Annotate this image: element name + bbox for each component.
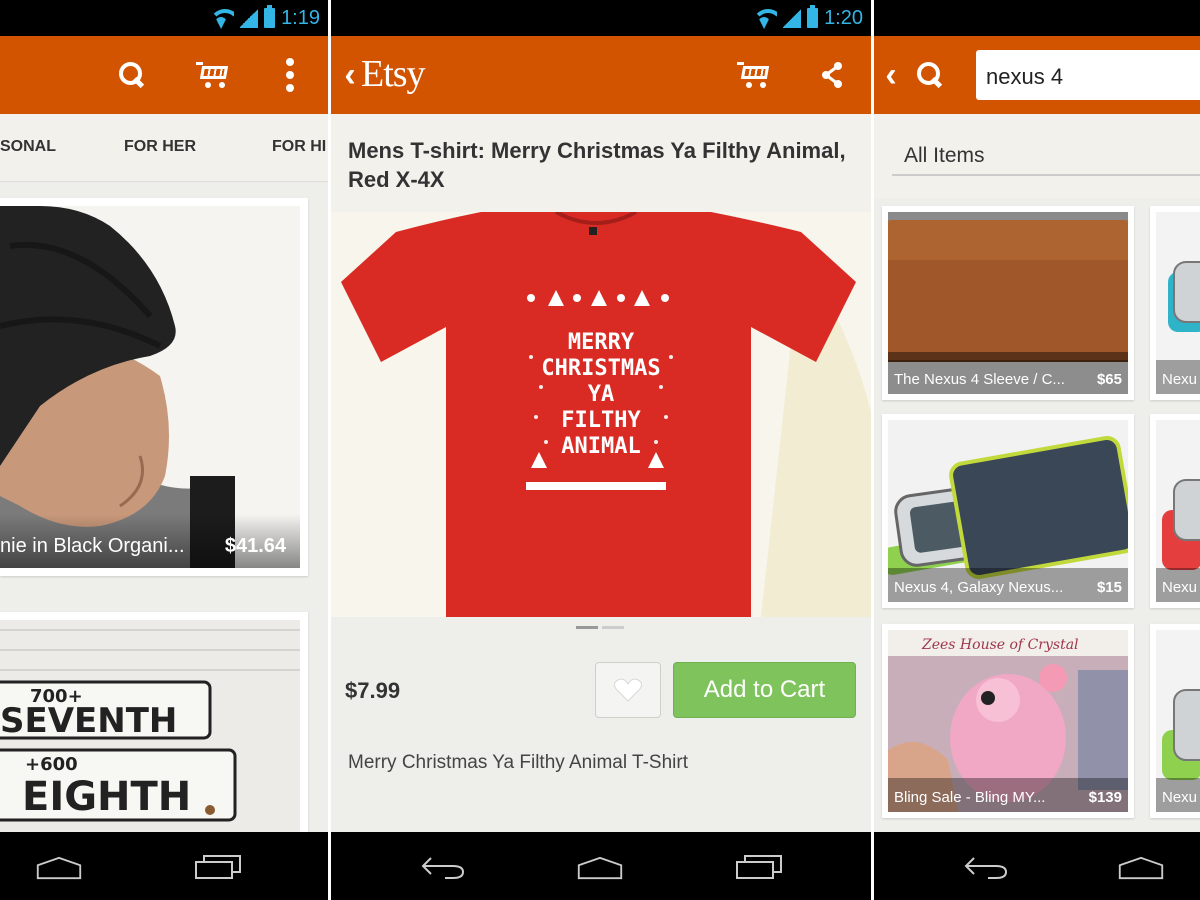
screen-left: 1:19 SONAL FOR HER FOR HI nie in Black O… bbox=[0, 0, 328, 900]
favorite-button[interactable] bbox=[595, 662, 661, 718]
heart-icon bbox=[614, 678, 642, 702]
filter-bar: All Items bbox=[874, 114, 1200, 198]
svg-text:+600: +600 bbox=[25, 754, 78, 775]
search-icon[interactable] bbox=[112, 36, 152, 114]
listing-title: Nexu bbox=[1162, 579, 1198, 596]
status-clock: 1:19 bbox=[281, 6, 320, 29]
share-icon[interactable] bbox=[817, 36, 847, 114]
signal-icon bbox=[783, 8, 802, 28]
home-icon[interactable] bbox=[1116, 856, 1166, 880]
cart-icon[interactable] bbox=[733, 36, 773, 114]
action-bar: ‹ nexus 4 bbox=[874, 36, 1200, 114]
tab-personal[interactable]: SONAL bbox=[0, 138, 56, 156]
listing-title: nie in Black Organi... bbox=[0, 535, 185, 557]
listing-title: Nexu bbox=[1162, 789, 1198, 806]
listing-card[interactable]: nie in Black Organi... $41.64 bbox=[0, 198, 308, 576]
listing-caption: The Nexus 4 Sleeve / C... $65 bbox=[888, 360, 1128, 394]
shirt-text-line: ANIMAL bbox=[561, 434, 640, 459]
battery-icon bbox=[807, 5, 819, 28]
svg-text:EIGHTH: EIGHTH bbox=[22, 774, 191, 820]
listing-caption: Bling Sale - Bling MY... $139 bbox=[888, 778, 1128, 812]
listing-price: $41.64 bbox=[224, 535, 286, 557]
purchase-row: $7.99 Add to Cart bbox=[331, 640, 871, 740]
search-icon bbox=[914, 36, 946, 114]
recent-apps-icon[interactable] bbox=[735, 854, 783, 880]
cart-icon[interactable] bbox=[192, 36, 232, 114]
listing-image: Nexu bbox=[1156, 630, 1200, 812]
listing-card[interactable]: The Nexus 4 Sleeve / C... $65 bbox=[882, 206, 1134, 400]
listing-title: Bling Sale - Bling MY... bbox=[894, 789, 1046, 806]
home-icon[interactable] bbox=[575, 856, 625, 880]
shop-banner-text: Zees House of Crystal bbox=[921, 637, 1079, 653]
status-clock: 1:20 bbox=[824, 6, 863, 29]
pager-indicator bbox=[602, 626, 624, 629]
nav-bar bbox=[0, 832, 328, 900]
shirt-text-line: CHRISTMAS bbox=[541, 356, 660, 381]
listing-price: $65 bbox=[1096, 371, 1122, 388]
listing-caption: nie in Black Organi... $41.64 bbox=[0, 514, 300, 568]
signal-icon bbox=[240, 8, 259, 28]
shirt-text-line: FILTHY bbox=[561, 408, 641, 433]
action-bar bbox=[0, 36, 328, 114]
shirt-text-line: MERRY bbox=[568, 330, 635, 355]
nav-bar bbox=[331, 832, 871, 900]
listing-title: Nexu bbox=[1162, 371, 1198, 388]
action-bar: ‹ Etsy bbox=[331, 36, 871, 114]
listing-title: The Nexus 4 Sleeve / C... bbox=[894, 371, 1065, 388]
listing-price: $139 bbox=[1088, 789, 1122, 806]
shirt-text-line: YA bbox=[588, 382, 615, 407]
status-bar: 1:19 bbox=[0, 0, 328, 36]
screen-right: ‹ nexus 4 All Items The Nexus 4 Sleeve /… bbox=[874, 0, 1200, 900]
svg-text:SEVENTH: SEVENTH bbox=[0, 701, 177, 741]
listing-caption: Nexus 4, Galaxy Nexus... $15 bbox=[888, 568, 1128, 602]
listing-caption: Nexu bbox=[1156, 778, 1200, 812]
filter-dropdown[interactable]: All Items bbox=[904, 144, 985, 168]
overflow-menu-icon[interactable] bbox=[270, 36, 310, 114]
product-price: $7.99 bbox=[345, 678, 401, 703]
home-icon[interactable] bbox=[34, 856, 84, 880]
listing-image: 700+ SEVENTH +600 EIGHTH bbox=[0, 620, 300, 842]
product-title: Mens T-shirt: Merry Christmas Ya Filthy … bbox=[348, 138, 846, 192]
tab-for-her[interactable]: FOR HER bbox=[124, 138, 196, 156]
filter-underline bbox=[892, 174, 1200, 176]
status-bar bbox=[874, 0, 1200, 36]
category-tabs: SONAL FOR HER FOR HI bbox=[0, 114, 328, 182]
listing-image: Nexus 4, Galaxy Nexus... $15 bbox=[888, 420, 1128, 602]
status-bar: 1:20 bbox=[331, 0, 871, 36]
wifi-icon bbox=[751, 7, 778, 29]
nav-bar bbox=[874, 832, 1200, 900]
listing-caption: Nexu bbox=[1156, 568, 1200, 602]
screen-middle: 1:20 ‹ Etsy Mens T-shirt: Merry Christma… bbox=[331, 0, 871, 900]
tab-for-him[interactable]: FOR HI bbox=[272, 138, 326, 156]
wifi-icon bbox=[208, 7, 235, 29]
product-image[interactable]: MERRY CHRISTMAS YA FILTHY ANIMAL bbox=[331, 212, 871, 617]
listing-price: $15 bbox=[1096, 579, 1122, 596]
back-nav-icon[interactable] bbox=[962, 854, 1010, 880]
listing-card[interactable]: Nexu bbox=[1150, 206, 1200, 400]
listing-image: The Nexus 4 Sleeve / C... $65 bbox=[888, 212, 1128, 394]
listing-card[interactable]: Zees House of Crystal Bling Sale - Bling… bbox=[882, 624, 1134, 818]
listing-card[interactable]: Nexu bbox=[1150, 414, 1200, 608]
listing-card[interactable]: Nexus 4, Galaxy Nexus... $15 bbox=[882, 414, 1134, 608]
search-input[interactable]: nexus 4 bbox=[976, 50, 1200, 100]
etsy-logo[interactable]: Etsy bbox=[361, 52, 426, 96]
product-header: Mens T-shirt: Merry Christmas Ya Filthy … bbox=[331, 114, 871, 212]
add-to-cart-button[interactable]: Add to Cart bbox=[673, 662, 856, 718]
recent-apps-icon[interactable] bbox=[194, 854, 242, 880]
listing-image: Nexu bbox=[1156, 420, 1200, 602]
product-description: Merry Christmas Ya Filthy Animal T-Shirt bbox=[348, 752, 688, 773]
listing-image: Nexu bbox=[1156, 212, 1200, 394]
pager-indicator-active bbox=[576, 626, 598, 629]
listing-card[interactable]: 700+ SEVENTH +600 EIGHTH bbox=[0, 612, 308, 842]
back-nav-icon[interactable] bbox=[419, 854, 467, 880]
back-icon[interactable]: ‹ bbox=[880, 36, 902, 114]
listing-card[interactable]: Nexu bbox=[1150, 624, 1200, 818]
listing-image: Zees House of Crystal Bling Sale - Bling… bbox=[888, 630, 1128, 812]
listing-caption: Nexu bbox=[1156, 360, 1200, 394]
back-icon[interactable]: ‹ bbox=[339, 36, 361, 114]
listing-image: nie in Black Organi... $41.64 bbox=[0, 206, 300, 568]
listing-title: Nexus 4, Galaxy Nexus... bbox=[894, 579, 1064, 596]
battery-icon bbox=[264, 5, 276, 28]
